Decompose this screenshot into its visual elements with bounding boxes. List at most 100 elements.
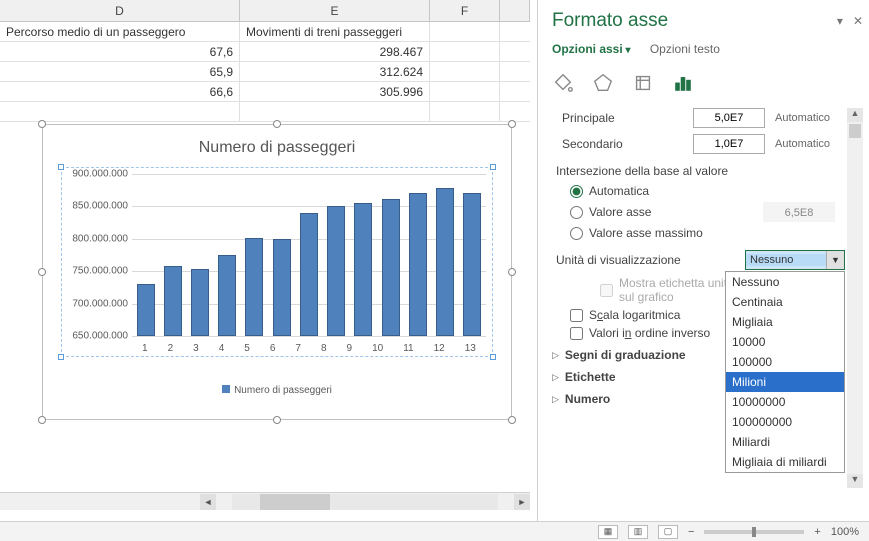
page-break-button[interactable]: ▢ xyxy=(658,525,678,539)
col-header-f[interactable]: F xyxy=(430,0,500,21)
plot-inner: 650.000.000700.000.000750.000.000800.000… xyxy=(132,174,486,336)
header-f[interactable] xyxy=(430,22,500,41)
cell-e[interactable]: 312.624 xyxy=(240,62,430,81)
zoom-slider[interactable] xyxy=(704,530,804,534)
resize-handle[interactable] xyxy=(508,120,516,128)
pane-vertical-scrollbar[interactable]: ▲ ▼ xyxy=(847,108,863,488)
bar[interactable] xyxy=(327,206,345,336)
scroll-up-button[interactable]: ▲ xyxy=(847,108,863,122)
resize-handle[interactable] xyxy=(273,416,281,424)
radio-axis-max[interactable]: Valore asse massimo xyxy=(570,226,845,240)
cell-f[interactable] xyxy=(430,42,500,61)
col-header-e[interactable]: E xyxy=(240,0,430,21)
effects-icon[interactable] xyxy=(592,72,614,94)
bar[interactable] xyxy=(191,269,209,336)
radio-automatic[interactable]: Automatica xyxy=(570,184,845,198)
display-units-label: Unità di visualizzazione xyxy=(556,253,745,267)
zoom-in-button[interactable]: + xyxy=(814,526,820,538)
scroll-thumb[interactable] xyxy=(260,494,330,510)
cell-d[interactable]: 67,6 xyxy=(0,42,240,61)
header-row: Percorso medio di un passeggero Moviment… xyxy=(0,22,530,42)
radio-axis-value[interactable]: Valore asse6,5E8 xyxy=(570,202,845,222)
major-unit-label: Principale xyxy=(562,111,693,125)
zoom-level[interactable]: 100% xyxy=(831,526,859,538)
fill-icon[interactable] xyxy=(552,72,574,94)
axis-value-readonly: 6,5E8 xyxy=(763,202,835,222)
dropdown-option[interactable]: Migliaia di miliardi xyxy=(726,452,844,472)
resize-handle[interactable] xyxy=(508,416,516,424)
dropdown-option[interactable]: 100000000 xyxy=(726,412,844,432)
dropdown-option[interactable]: Milioni xyxy=(726,372,844,392)
resize-handle[interactable] xyxy=(38,120,46,128)
cell-f[interactable] xyxy=(430,62,500,81)
scroll-right-button[interactable]: ► xyxy=(514,494,530,510)
resize-handle[interactable] xyxy=(508,268,516,276)
dropdown-option[interactable]: 100000 xyxy=(726,352,844,372)
axis-options-icon[interactable] xyxy=(672,72,694,94)
pane-menu-icon[interactable]: ▾ xyxy=(837,14,843,28)
scroll-left-button[interactable]: ◄ xyxy=(200,494,216,510)
y-axis-label: 700.000.000 xyxy=(64,298,128,309)
resize-handle[interactable] xyxy=(38,268,46,276)
bar[interactable] xyxy=(463,193,481,336)
bar[interactable] xyxy=(300,213,318,336)
bar[interactable] xyxy=(218,255,236,336)
dropdown-option[interactable]: 10000 xyxy=(726,332,844,352)
bar[interactable] xyxy=(382,199,400,336)
embedded-chart[interactable]: Numero di passeggeri 650.000.000700.000.… xyxy=(42,124,512,420)
column-headers: D E F xyxy=(0,0,530,22)
bar[interactable] xyxy=(273,239,291,336)
scroll-track[interactable] xyxy=(232,494,498,510)
size-icon[interactable] xyxy=(632,72,654,94)
bar[interactable] xyxy=(436,188,454,336)
zoom-thumb[interactable] xyxy=(752,527,756,537)
plot-handle[interactable] xyxy=(58,354,64,360)
dropdown-option[interactable]: Centinaia xyxy=(726,292,844,312)
resize-handle[interactable] xyxy=(38,416,46,424)
col-header-spacer xyxy=(500,0,530,21)
page-layout-button[interactable]: ▥ xyxy=(628,525,648,539)
x-axis-label: 11 xyxy=(403,343,413,354)
normal-view-button[interactable]: ▦ xyxy=(598,525,618,539)
major-unit-input[interactable] xyxy=(693,108,765,128)
legend-swatch xyxy=(222,385,230,393)
minor-unit-input[interactable] xyxy=(693,134,765,154)
bar[interactable] xyxy=(354,203,372,336)
x-axis-label: 12 xyxy=(434,343,445,354)
plot-handle[interactable] xyxy=(490,164,496,170)
dropdown-option[interactable]: Migliaia xyxy=(726,312,844,332)
display-units-dropdown[interactable]: Nessuno ▼ NessunoCentinaiaMigliaia100001… xyxy=(745,250,845,270)
dropdown-option[interactable]: 10000000 xyxy=(726,392,844,412)
chevron-down-icon[interactable]: ▼ xyxy=(826,251,844,269)
plot-handle[interactable] xyxy=(490,354,496,360)
y-axis-label: 850.000.000 xyxy=(64,201,128,212)
resize-handle[interactable] xyxy=(273,120,281,128)
header-e[interactable]: Movimenti di treni passeggeri xyxy=(240,22,430,41)
cell-d[interactable]: 66,6 xyxy=(0,82,240,101)
scroll-thumb[interactable] xyxy=(849,124,861,138)
y-axis-label: 650.000.000 xyxy=(64,331,128,342)
x-axis-label: 1 xyxy=(142,343,148,354)
dropdown-option[interactable]: Miliardi xyxy=(726,432,844,452)
cell-e[interactable]: 298.467 xyxy=(240,42,430,61)
cell-f[interactable] xyxy=(430,82,500,101)
bar[interactable] xyxy=(164,266,182,336)
pane-close-icon[interactable]: ✕ xyxy=(853,14,863,28)
zoom-out-button[interactable]: − xyxy=(688,526,694,538)
chart-title[interactable]: Numero di passeggeri xyxy=(43,125,511,167)
col-header-d[interactable]: D xyxy=(0,0,240,21)
tab-axis-options[interactable]: Opzioni assi xyxy=(552,42,631,56)
horizontal-scrollbar[interactable]: ◄ ► xyxy=(0,492,530,510)
cell-e[interactable]: 305.996 xyxy=(240,82,430,101)
bar[interactable] xyxy=(245,238,263,336)
bar[interactable] xyxy=(137,284,155,336)
chart-legend[interactable]: Numero di passeggeri xyxy=(43,357,511,396)
header-d[interactable]: Percorso medio di un passeggero xyxy=(0,22,240,41)
bar[interactable] xyxy=(409,193,427,336)
scroll-down-button[interactable]: ▼ xyxy=(847,474,863,488)
plot-area[interactable]: 650.000.000700.000.000750.000.000800.000… xyxy=(61,167,493,357)
cell-d[interactable]: 65,9 xyxy=(0,62,240,81)
dropdown-option[interactable]: Nessuno xyxy=(726,272,844,292)
x-axis-label: 4 xyxy=(219,343,225,354)
tab-text-options[interactable]: Opzioni testo xyxy=(650,42,720,56)
